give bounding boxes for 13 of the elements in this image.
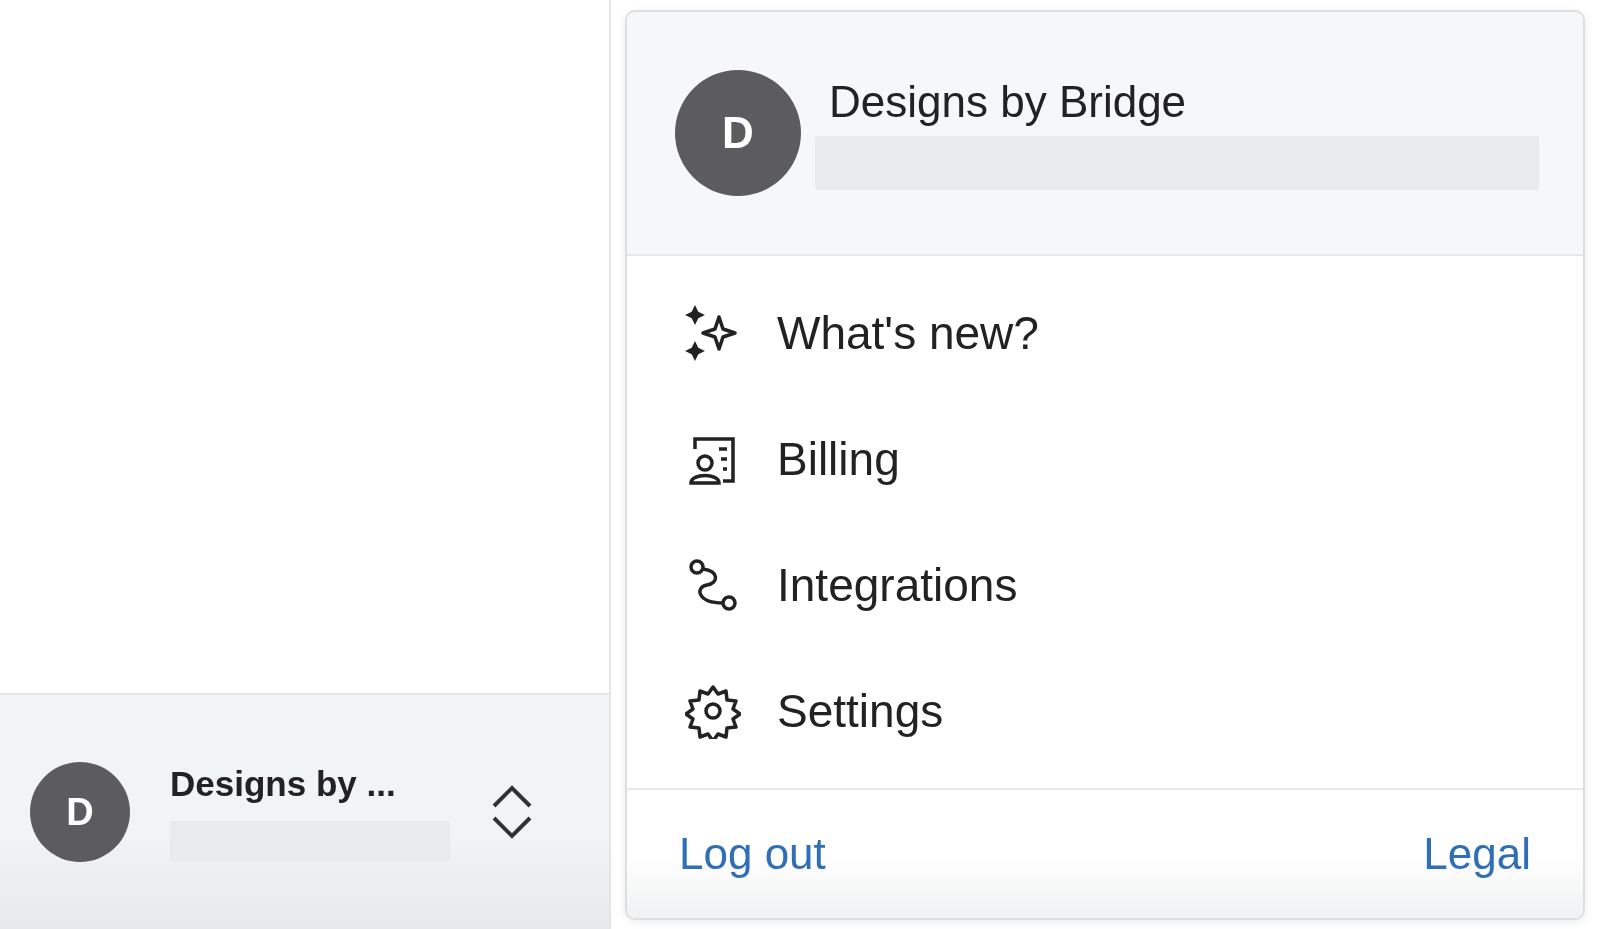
gear-icon (685, 683, 741, 739)
avatar: D (675, 70, 801, 196)
menu-item[interactable]: What's new? (627, 270, 1583, 396)
legal-link[interactable]: Legal (1423, 821, 1531, 887)
avatar: D (30, 762, 130, 862)
account-switcher[interactable]: D Designs by ... (0, 693, 609, 929)
menu-item[interactable]: Settings (627, 648, 1583, 774)
account-name: Designs by Bridge (828, 75, 1188, 128)
menu-item[interactable]: Billing (627, 396, 1583, 522)
log-out-link[interactable]: Log out (679, 821, 826, 887)
chevron-up-down-icon (490, 784, 534, 840)
menu-item[interactable]: Integrations (627, 522, 1583, 648)
account-name: Designs by ... (170, 763, 397, 805)
